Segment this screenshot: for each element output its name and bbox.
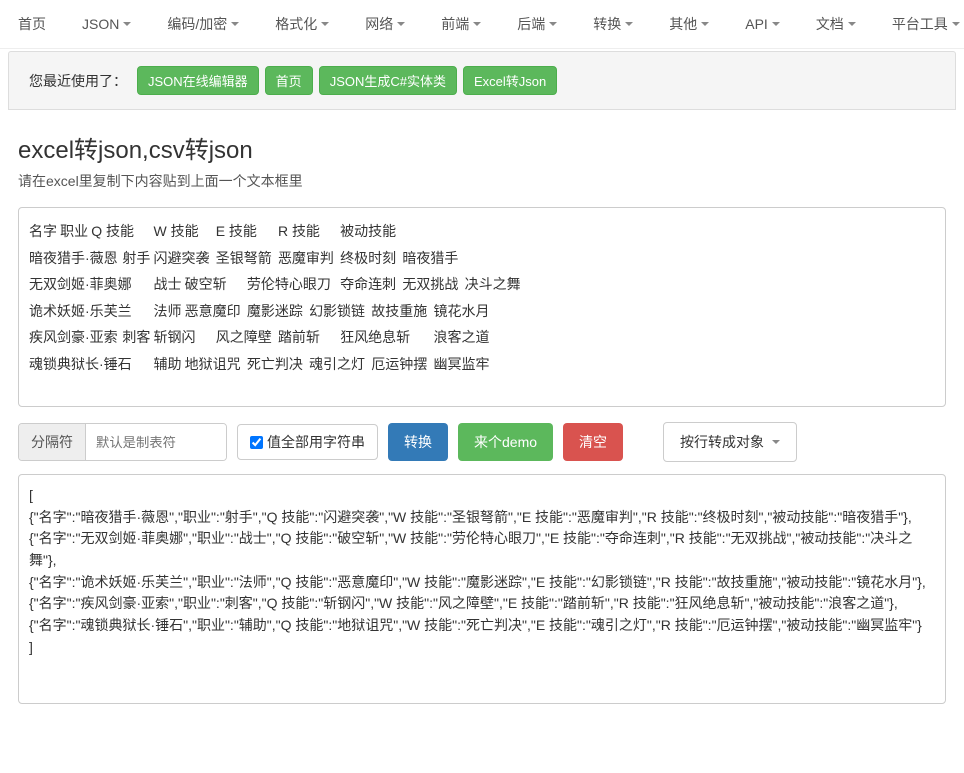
demo-button[interactable]: 来个demo [458, 423, 553, 461]
by-row-button[interactable]: 按行转成对象 [663, 422, 797, 462]
caret-down-icon [772, 440, 780, 444]
all-string-label: 值全部用字符串 [267, 432, 365, 452]
nav-item-5[interactable]: 前端 [423, 8, 499, 40]
nav-item-label: 网络 [365, 14, 393, 34]
caret-down-icon [848, 22, 856, 26]
recent-button-2[interactable]: JSON生成C#实体类 [319, 66, 457, 95]
caret-down-icon [701, 22, 709, 26]
caret-down-icon [397, 22, 405, 26]
caret-down-icon [549, 22, 557, 26]
recent-button-0[interactable]: JSON在线编辑器 [137, 66, 259, 95]
nav-item-label: 文档 [816, 14, 844, 34]
json-output[interactable] [18, 474, 946, 704]
controls-row: 分隔符 值全部用字符串 转换 来个demo 清空 按行转成对象 [18, 422, 946, 462]
nav-item-label: JSON [82, 16, 119, 32]
caret-down-icon [321, 22, 329, 26]
separator-group: 分隔符 [18, 423, 227, 461]
nav-item-label: 编码/加密 [167, 14, 227, 34]
recent-button-1[interactable]: 首页 [265, 66, 313, 95]
nav-item-11[interactable]: 平台工具 [874, 8, 964, 40]
nav-item-9[interactable]: API [727, 8, 798, 40]
separator-input[interactable] [86, 424, 226, 460]
nav-item-3[interactable]: 格式化 [257, 8, 347, 40]
nav-item-1[interactable]: JSON [64, 8, 149, 40]
recent-label: 您最近使用了： [29, 71, 127, 91]
all-string-checkbox[interactable] [250, 436, 263, 449]
page-title: excel转json,csv转json [18, 130, 946, 165]
nav-item-2[interactable]: 编码/加密 [149, 8, 257, 40]
nav-item-10[interactable]: 文档 [798, 8, 874, 40]
convert-button[interactable]: 转换 [388, 423, 448, 461]
excel-input[interactable] [18, 207, 946, 407]
recent-button-3[interactable]: Excel转Json [463, 66, 557, 95]
caret-down-icon [231, 22, 239, 26]
recent-bar: 您最近使用了： JSON在线编辑器首页JSON生成C#实体类Excel转Json [8, 51, 956, 110]
nav-item-8[interactable]: 其他 [651, 8, 727, 40]
nav-item-label: 其他 [669, 14, 697, 34]
caret-down-icon [473, 22, 481, 26]
page-subtitle: 请在excel里复制下内容贴到上面一个文本框里 [18, 171, 946, 191]
all-string-checkbox-wrap[interactable]: 值全部用字符串 [237, 424, 378, 460]
nav-item-0[interactable]: 首页 [0, 8, 64, 40]
nav-item-6[interactable]: 后端 [499, 8, 575, 40]
separator-label: 分隔符 [19, 424, 86, 460]
nav-item-label: 格式化 [275, 14, 317, 34]
nav-item-label: 转换 [593, 14, 621, 34]
nav-item-7[interactable]: 转换 [575, 8, 651, 40]
caret-down-icon [772, 22, 780, 26]
caret-down-icon [952, 22, 960, 26]
caret-down-icon [123, 22, 131, 26]
nav-item-label: 平台工具 [892, 14, 948, 34]
nav-item-4[interactable]: 网络 [347, 8, 423, 40]
top-nav: 首页JSON编码/加密格式化网络前端后端转换其他API文档平台工具站长工具 [0, 0, 964, 49]
by-row-label: 按行转成对象 [680, 432, 764, 452]
nav-item-label: 首页 [18, 14, 46, 34]
clear-button[interactable]: 清空 [563, 423, 623, 461]
nav-item-label: API [745, 16, 768, 32]
nav-item-label: 前端 [441, 14, 469, 34]
nav-item-label: 后端 [517, 14, 545, 34]
caret-down-icon [625, 22, 633, 26]
